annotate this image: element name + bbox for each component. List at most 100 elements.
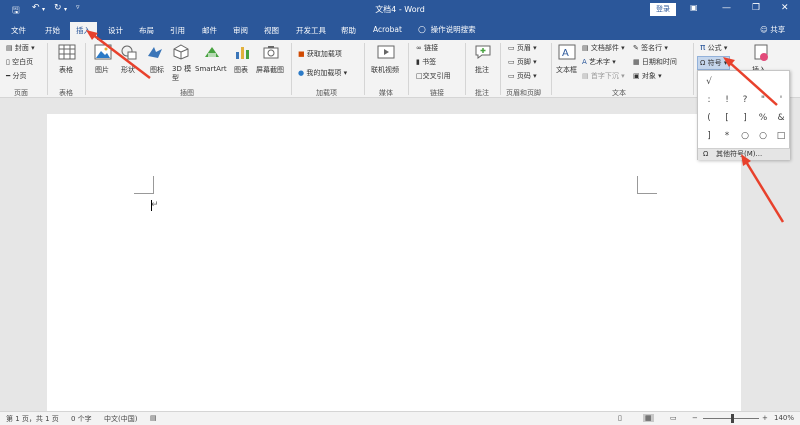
tab-design[interactable]: 设计: [108, 25, 123, 36]
tell-me-search[interactable]: ○ 操作说明搜索: [418, 24, 476, 35]
symbol-cell[interactable]: [718, 73, 736, 91]
tab-help[interactable]: 帮助: [341, 25, 356, 36]
shapes-button[interactable]: 形状: [121, 65, 135, 75]
symbol-cell[interactable]: [772, 73, 790, 91]
tab-developer[interactable]: 开发工具: [296, 25, 326, 36]
table-icon[interactable]: [58, 44, 76, 60]
wordart-button[interactable]: A 艺术字 ▾: [582, 57, 616, 67]
read-mode-icon[interactable]: ▯: [618, 414, 622, 422]
text-cursor: [151, 200, 152, 211]
symbol-cell[interactable]: ○: [736, 127, 754, 145]
date-time-button[interactable]: ▦ 日期和时间: [633, 57, 677, 67]
print-layout-icon[interactable]: ▦: [643, 414, 654, 422]
symbol-cell[interactable]: ]: [736, 109, 754, 127]
online-video-icon[interactable]: [377, 44, 395, 60]
symbol-cell[interactable]: ": [754, 91, 772, 109]
symbol-cell[interactable]: ?: [736, 91, 754, 109]
picture-button[interactable]: 图片: [95, 65, 109, 75]
cross-reference-button[interactable]: □交叉引用: [416, 71, 451, 81]
symbol-cell[interactable]: [: [718, 109, 736, 127]
svg-text:A: A: [562, 48, 569, 59]
online-video-button[interactable]: 联机视频: [371, 65, 399, 75]
link-button[interactable]: ∞ 链接: [416, 43, 438, 53]
comment-icon[interactable]: [474, 44, 492, 60]
page-count-status[interactable]: 第 1 页，共 1 页: [6, 414, 59, 424]
icons-icon[interactable]: [146, 44, 164, 60]
symbol-cell[interactable]: [736, 73, 754, 91]
document-page[interactable]: ↵: [47, 114, 741, 411]
more-symbols-button[interactable]: Ω 其他符号(M)...: [698, 148, 790, 160]
blank-page-button[interactable]: ▯ 空白页: [6, 57, 33, 67]
tab-references[interactable]: 引用: [170, 25, 185, 36]
insert-media-icon[interactable]: [752, 44, 770, 62]
restore-icon[interactable]: ❐: [752, 3, 760, 13]
symbol-cell[interactable]: &: [772, 109, 790, 127]
get-addins-button[interactable]: ■ 获取加载项: [298, 49, 342, 59]
web-layout-icon[interactable]: ▭: [670, 414, 677, 422]
drop-cap-button[interactable]: ▤ 首字下沉 ▾: [582, 71, 625, 81]
tab-home[interactable]: 开始: [45, 25, 60, 36]
symbol-cell[interactable]: [754, 73, 772, 91]
share-button[interactable]: ☺ 共享: [760, 24, 785, 35]
language-status[interactable]: 中文(中国): [104, 414, 137, 424]
close-icon[interactable]: ✕: [781, 3, 789, 13]
ribbon-display-icon[interactable]: ▣: [690, 3, 698, 12]
textbox-button[interactable]: 文本框: [556, 65, 577, 75]
symbol-cell[interactable]: *: [718, 127, 736, 145]
object-button[interactable]: ▣ 对象 ▾: [633, 71, 662, 81]
chart-button[interactable]: 图表: [234, 65, 248, 75]
table-button[interactable]: 表格: [59, 65, 73, 75]
group-separator: [693, 43, 694, 95]
tab-view[interactable]: 视图: [264, 25, 279, 36]
equation-button[interactable]: π 公式 ▾: [700, 43, 727, 53]
symbol-button[interactable]: Ω 符号 ▾: [697, 56, 731, 70]
signature-line-button[interactable]: ✎ 签名行 ▾: [633, 43, 668, 53]
word-count-status[interactable]: 0 个字: [71, 414, 92, 424]
smartart-button[interactable]: SmartArt: [195, 65, 227, 73]
screenshot-button[interactable]: 屏幕截图: [256, 65, 284, 75]
symbol-cell[interactable]: √: [700, 73, 718, 91]
shapes-icon[interactable]: [120, 44, 138, 60]
quick-parts-button[interactable]: ▤ 文档部件 ▾: [582, 43, 625, 53]
zoom-slider-thumb[interactable]: [731, 414, 734, 423]
symbol-cell[interactable]: !: [718, 91, 736, 109]
my-addins-button[interactable]: ● 我的加载项 ▾: [298, 68, 347, 78]
symbol-cell[interactable]: :: [700, 91, 718, 109]
picture-icon[interactable]: [94, 44, 112, 60]
tab-acrobat[interactable]: Acrobat: [373, 25, 402, 34]
calendar-icon: ▦: [633, 58, 640, 66]
symbol-cell[interactable]: ': [772, 91, 790, 109]
bookmark-button[interactable]: ▮ 书签: [416, 57, 436, 67]
accessibility-icon[interactable]: ▤: [150, 414, 157, 422]
login-button[interactable]: 登录: [650, 3, 676, 16]
smartart-icon[interactable]: [203, 44, 221, 60]
symbol-cell[interactable]: (: [700, 109, 718, 127]
header-button[interactable]: ▭ 页眉 ▾: [508, 43, 537, 53]
zoom-in-icon[interactable]: +: [762, 414, 768, 422]
tab-mailings[interactable]: 邮件: [202, 25, 217, 36]
chart-icon[interactable]: [234, 44, 252, 60]
symbol-cell[interactable]: %: [754, 109, 772, 127]
tab-review[interactable]: 审阅: [233, 25, 248, 36]
3d-model-button[interactable]: 3D 模型: [172, 65, 192, 83]
cover-page-button[interactable]: ▤ 封面 ▾: [6, 43, 35, 53]
my-addins-label: 我的加载项: [306, 69, 342, 77]
page-break-button[interactable]: ━ 分页: [6, 71, 26, 81]
symbol-cell[interactable]: □: [772, 127, 790, 145]
footer-button[interactable]: ▭ 页脚 ▾: [508, 57, 537, 67]
comment-button[interactable]: 批注: [475, 65, 489, 75]
symbol-cell[interactable]: ○: [754, 127, 772, 145]
zoom-level[interactable]: 140%: [774, 414, 794, 422]
tab-layout[interactable]: 布局: [139, 25, 154, 36]
tab-insert[interactable]: 插入: [70, 22, 97, 40]
symbol-cell[interactable]: ]: [700, 127, 718, 145]
textbox-icon[interactable]: A: [558, 44, 576, 60]
tab-file[interactable]: 文件: [11, 25, 26, 36]
screenshot-icon[interactable]: [262, 44, 280, 60]
3d-model-icon[interactable]: [172, 44, 190, 60]
group-separator: [47, 43, 48, 95]
icons-button[interactable]: 图标: [150, 65, 164, 75]
page-number-button[interactable]: ▭ 页码 ▾: [508, 71, 537, 81]
minimize-icon[interactable]: —: [722, 3, 731, 13]
zoom-out-icon[interactable]: −: [692, 414, 698, 422]
